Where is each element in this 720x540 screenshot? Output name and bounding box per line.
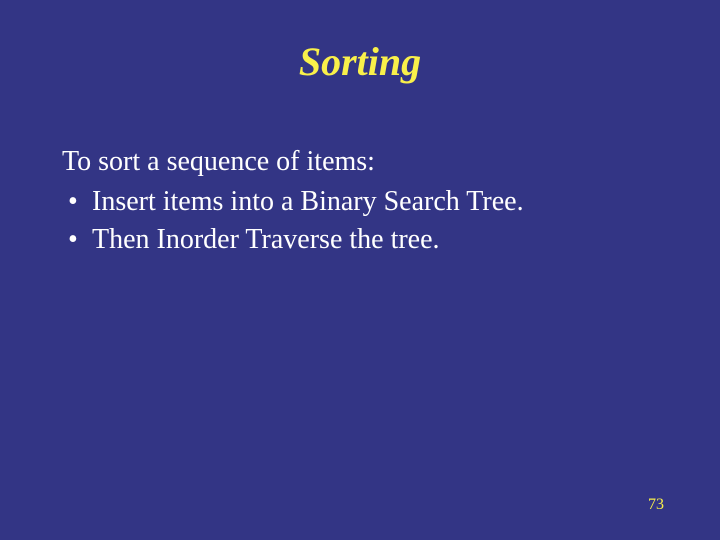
slide: Sorting To sort a sequence of items: Ins… xyxy=(0,0,720,540)
slide-body: To sort a sequence of items: Insert item… xyxy=(0,85,682,258)
lead-text: To sort a sequence of items: xyxy=(62,143,682,181)
list-item-text: Then Inorder Traverse the tree. xyxy=(92,224,440,255)
slide-title: Sorting xyxy=(0,0,720,85)
list-item-text: Insert items into a Binary Search Tree. xyxy=(92,186,524,217)
bullet-list: Insert items into a Binary Search Tree. … xyxy=(62,183,682,259)
page-number: 73 xyxy=(648,496,664,514)
list-item: Then Inorder Traverse the tree. xyxy=(62,221,682,259)
list-item: Insert items into a Binary Search Tree. xyxy=(62,183,682,221)
